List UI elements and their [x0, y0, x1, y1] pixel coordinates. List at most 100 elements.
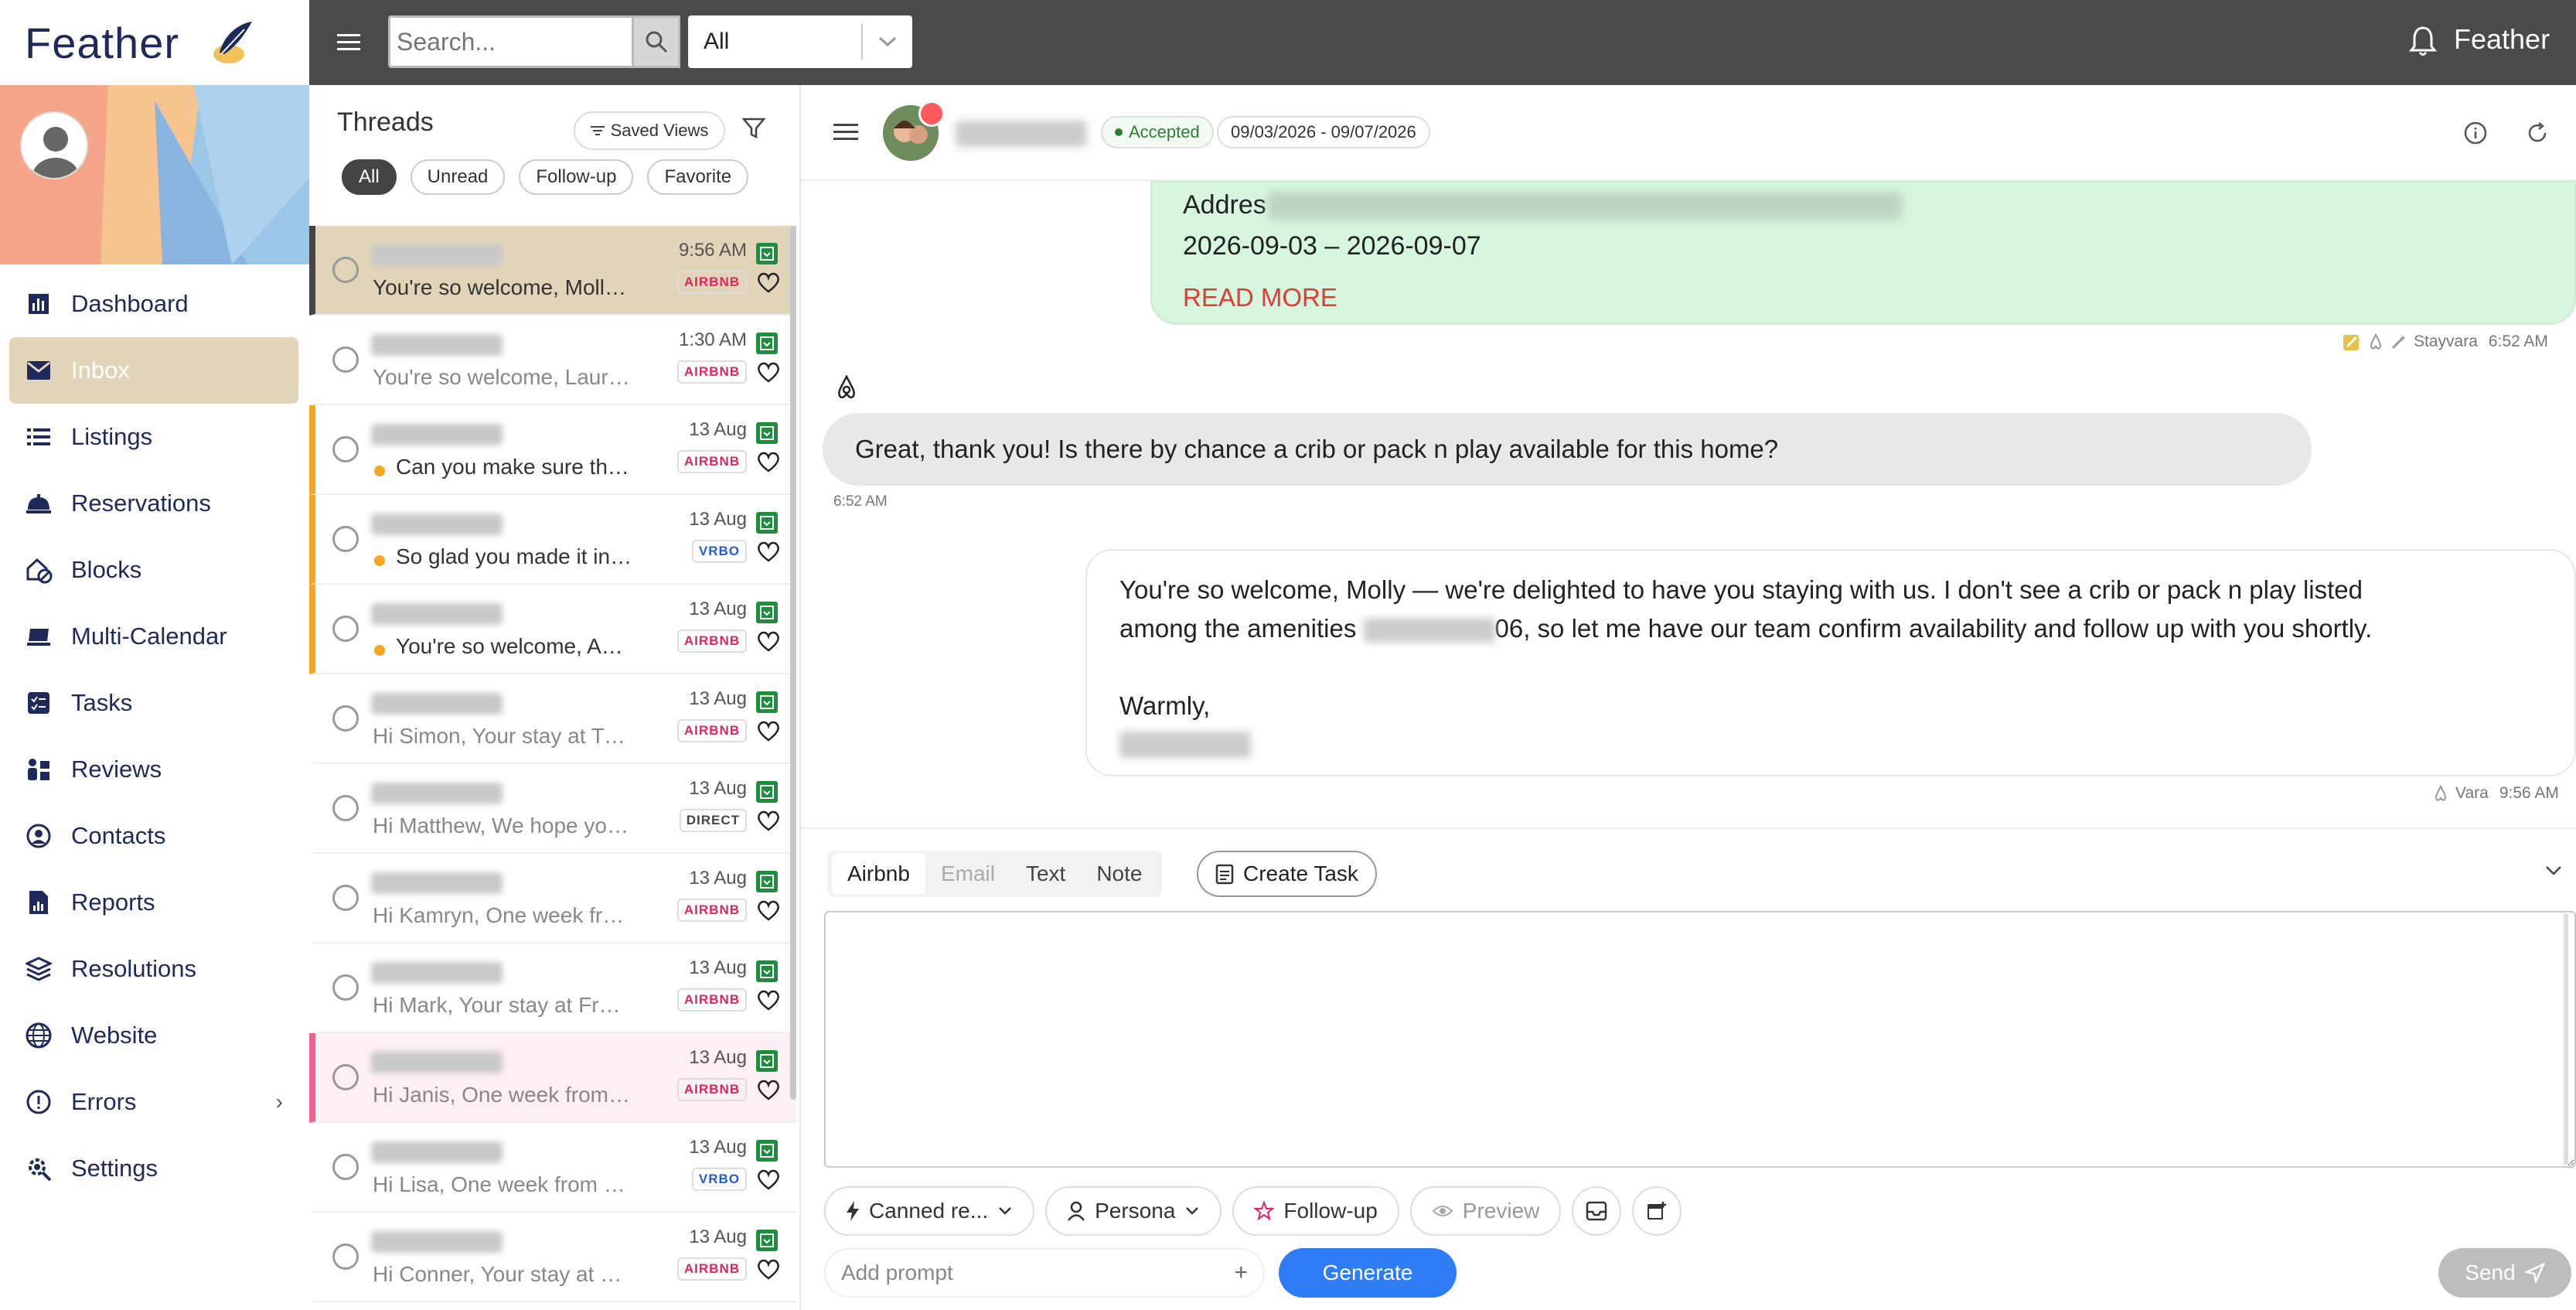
archive-icon[interactable]	[756, 512, 778, 534]
thread-row[interactable]: Hi Mark, Your stay at Fraser ... 13 Aug AI…	[309, 943, 796, 1033]
archive-icon[interactable]	[756, 1140, 778, 1162]
bell-icon[interactable]	[2409, 25, 2437, 57]
sidebar-item-website[interactable]: Website	[0, 1002, 309, 1069]
archive-icon[interactable]	[756, 243, 778, 264]
heart-icon[interactable]	[756, 899, 781, 922]
thread-row[interactable]: Hi Matthew, We hope you're... 13 Aug DIREC…	[309, 764, 796, 854]
archive-icon[interactable]	[756, 960, 778, 982]
thread-row[interactable]: Hi Simon, Your stay at Trailh... 13 Aug AI…	[309, 674, 796, 764]
chevron-down-icon[interactable]	[2544, 865, 2564, 877]
thread-row[interactable]: Hi Lisa, One week from today... 13 Aug VRB…	[309, 1123, 796, 1213]
user-menu[interactable]: Feather	[2454, 23, 2550, 56]
chip-all[interactable]: All	[342, 159, 397, 195]
heart-icon[interactable]	[756, 360, 781, 384]
sidebar-item-resolutions[interactable]: Resolutions	[0, 936, 309, 1002]
avatar[interactable]	[20, 111, 88, 179]
thread-select-radio[interactable]	[332, 436, 359, 462]
filter-funnel-icon[interactable]	[742, 118, 765, 139]
thread-row[interactable]: So glad you made it in saf... 13 Aug VRBO	[309, 495, 796, 585]
inbox-tray-button[interactable]	[1572, 1186, 1622, 1236]
thread-select-radio[interactable]	[332, 1243, 359, 1270]
archive-icon[interactable]	[756, 602, 778, 623]
sidebar-item-inbox[interactable]: Inbox	[9, 337, 298, 404]
thread-select-radio[interactable]	[332, 974, 359, 1001]
thread-select-radio[interactable]	[332, 705, 359, 732]
follow-up-button[interactable]: Follow-up	[1232, 1186, 1399, 1236]
thread-select-radio[interactable]	[332, 257, 359, 283]
heart-icon[interactable]	[756, 1078, 781, 1101]
heart-icon[interactable]	[756, 450, 781, 473]
sidebar-item-reservations[interactable]: Reservations	[0, 470, 309, 537]
archive-icon[interactable]	[756, 422, 778, 444]
heart-icon[interactable]	[756, 719, 781, 742]
sidebar-item-listings[interactable]: Listings	[0, 404, 309, 470]
canned-responses-button[interactable]: Canned re...	[824, 1186, 1035, 1236]
brand-logo[interactable]: Feather	[0, 0, 309, 85]
saved-views-button[interactable]: Saved Views	[574, 111, 725, 150]
thread-select-radio[interactable]	[332, 616, 359, 642]
sidebar-item-reviews[interactable]: Reviews	[0, 736, 309, 803]
chip-unread[interactable]: Unread	[410, 159, 506, 195]
archive-icon[interactable]	[756, 871, 778, 892]
sidebar-item-tasks[interactable]: Tasks	[0, 670, 309, 736]
calendar-add-button[interactable]	[1632, 1186, 1682, 1236]
archive-icon[interactable]	[756, 1050, 778, 1072]
conversation-menu-icon[interactable]	[832, 121, 860, 144]
chevron-right-icon[interactable]: ›	[276, 1090, 283, 1114]
hamburger-menu-icon[interactable]	[332, 26, 365, 59]
thread-select-radio[interactable]	[332, 346, 359, 373]
sidebar-item-errors[interactable]: Errors ›	[0, 1069, 309, 1135]
read-more-link[interactable]: READ MORE	[1183, 283, 2544, 312]
heart-icon[interactable]	[756, 809, 781, 832]
heart-icon[interactable]	[756, 1168, 781, 1191]
thread-select-radio[interactable]	[332, 795, 359, 821]
generate-button[interactable]: Generate	[1279, 1248, 1457, 1298]
archive-icon[interactable]	[756, 333, 778, 354]
sidebar-item-settings[interactable]: Settings	[0, 1135, 309, 1202]
preview-button[interactable]: Preview	[1409, 1186, 1562, 1236]
heart-icon[interactable]	[756, 629, 781, 653]
chip-favorite[interactable]: Favorite	[647, 159, 749, 195]
search-button[interactable]	[634, 15, 680, 68]
message-editor[interactable]	[824, 911, 2576, 1168]
sidebar-item-multi-calendar[interactable]: Multi-Calendar	[0, 603, 309, 670]
threads-scrollbar[interactable]	[790, 226, 796, 1100]
persona-button[interactable]: Persona	[1045, 1186, 1222, 1236]
refresh-icon[interactable]	[2525, 121, 2550, 145]
thread-select-radio[interactable]	[332, 1064, 359, 1090]
tab-note[interactable]: Note	[1081, 854, 1157, 894]
archive-icon[interactable]	[756, 1230, 778, 1251]
archive-icon[interactable]	[756, 781, 778, 803]
create-task-button[interactable]: Create Task	[1197, 851, 1377, 897]
thread-row[interactable]: Hi Conner, Your stay at Exp... 13 Aug AIRB…	[309, 1213, 796, 1302]
sidebar-item-blocks[interactable]: Blocks	[0, 537, 309, 603]
chip-follow-up[interactable]: Follow-up	[519, 159, 634, 195]
tab-text[interactable]: Text	[1010, 854, 1081, 894]
send-button[interactable]: Send	[2438, 1248, 2571, 1298]
thread-row[interactable]: You're so welcome, Aaro... 13 Aug AIRBNB	[309, 585, 796, 674]
heart-icon[interactable]	[756, 988, 781, 1011]
add-prompt-input[interactable]: Add prompt +	[824, 1248, 1265, 1298]
thread-row[interactable]: Hi Kamryn, One week from t... 13 Aug AIRBN…	[309, 854, 796, 943]
filter-select[interactable]: All	[688, 15, 912, 68]
thread-row[interactable]: You're so welcome, Laura —... 1:30 AM AIRB…	[309, 316, 796, 405]
search-input[interactable]	[388, 15, 634, 68]
heart-icon[interactable]	[756, 271, 781, 294]
plus-icon[interactable]: +	[1234, 1260, 1248, 1286]
thread-row[interactable]: Can you make sure there... 13 Aug AIRBNB	[309, 405, 796, 495]
sidebar-item-reports[interactable]: Reports	[0, 869, 309, 936]
archive-icon[interactable]	[756, 691, 778, 713]
heart-icon[interactable]	[756, 540, 781, 563]
heart-icon[interactable]	[756, 1257, 781, 1281]
editor-scrollbar[interactable]	[2564, 914, 2568, 1165]
thread-select-radio[interactable]	[332, 526, 359, 552]
sidebar-item-contacts[interactable]: Contacts	[0, 803, 309, 869]
thread-row[interactable]: You're so welcome, Molly — ... 9:56 AM AIR…	[309, 226, 796, 316]
thread-select-radio[interactable]	[332, 1154, 359, 1180]
tab-airbnb[interactable]: Airbnb	[832, 854, 925, 894]
tab-email[interactable]: Email	[925, 854, 1010, 894]
sidebar-item-dashboard[interactable]: Dashboard	[0, 271, 309, 337]
thread-row[interactable]: Hi Janis, One week from tod... 13 Aug AIRB…	[309, 1033, 796, 1123]
thread-select-radio[interactable]	[332, 885, 359, 911]
info-icon[interactable]	[2463, 121, 2488, 145]
